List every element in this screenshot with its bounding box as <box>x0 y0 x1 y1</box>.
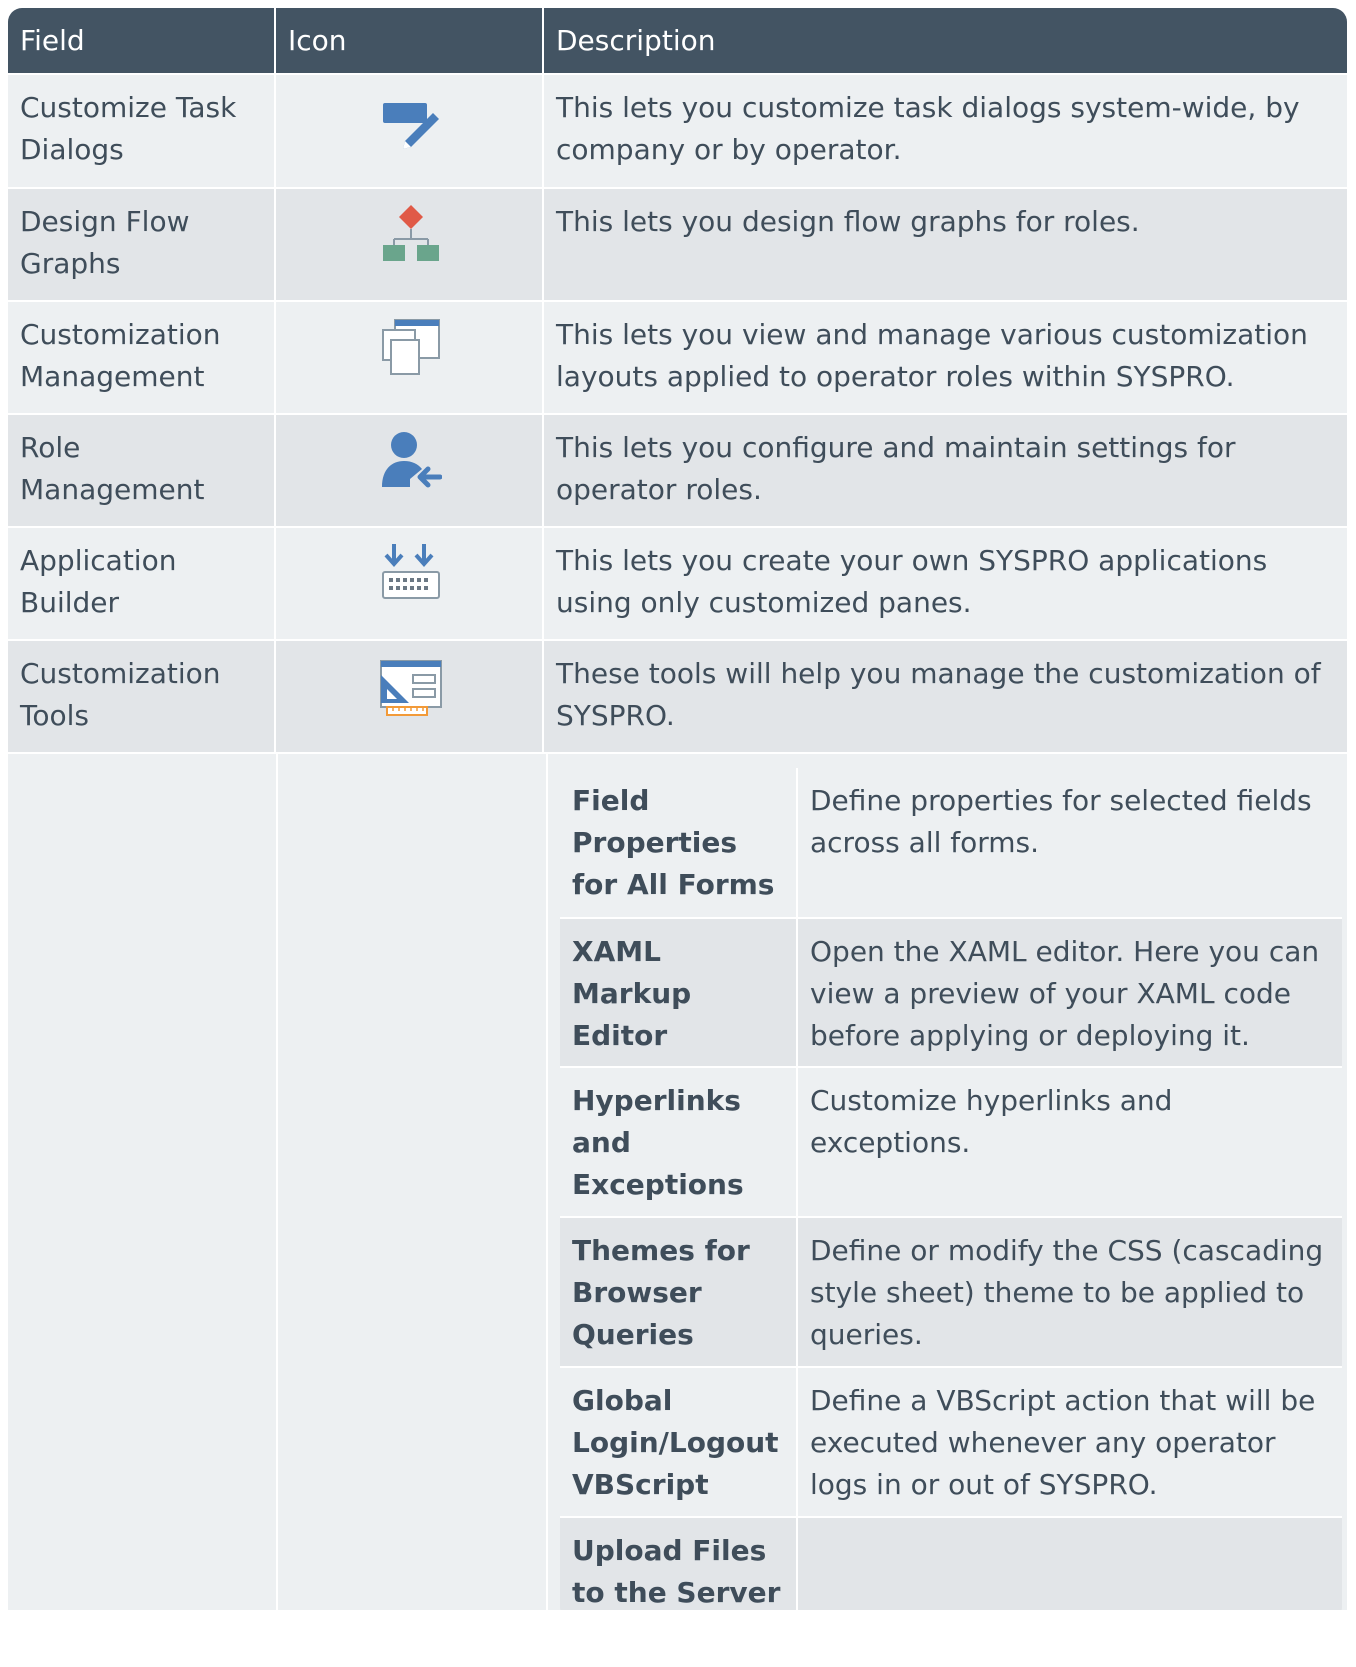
header-icon: Icon <box>276 8 544 73</box>
application-builder-icon <box>381 542 441 602</box>
empty-field-cell <box>8 754 278 1610</box>
table-row: Role Management This lets you configure … <box>8 413 1347 526</box>
tool-row: XAML Markup Editor Open the XAML editor.… <box>560 917 1342 1066</box>
tool-row: Themes for Browser Queries Define or mod… <box>560 1216 1342 1366</box>
tool-description: Open the XAML editor. Here you can view … <box>810 935 1320 1052</box>
table-header: Field Icon Description <box>8 8 1347 73</box>
field-description: This lets you create your own SYSPRO app… <box>556 544 1268 619</box>
tool-description: Customize hyperlinks and exceptions. <box>810 1084 1173 1159</box>
flow-graph-icon <box>381 203 441 263</box>
tool-row: Upload Files to the Server <box>560 1516 1342 1610</box>
field-name: Design Flow Graphs <box>8 189 276 300</box>
customization-tools-table: Field Properties for All Forms Define pr… <box>560 768 1342 1610</box>
tool-name: Field Properties for All Forms <box>560 768 798 917</box>
customization-tools-icon <box>379 659 443 719</box>
field-name: Application Builder <box>8 528 276 639</box>
fields-table: Field Icon Description Customize Task Di… <box>8 8 1347 1610</box>
field-description: This lets you view and manage various cu… <box>556 318 1308 393</box>
customize-task-dialogs-icon <box>381 99 441 151</box>
table-row: Field Properties for All Forms Define pr… <box>8 752 1347 1610</box>
tool-description <box>798 1518 1342 1610</box>
tool-description: Define properties for selected fields ac… <box>810 784 1312 859</box>
tool-description: Define a VBScript action that will be ex… <box>810 1384 1316 1501</box>
table-row: Customization Tools These tools will hel… <box>8 639 1347 752</box>
customization-management-icon <box>381 318 441 376</box>
tool-row: Hyperlinks and Exceptions Customize hype… <box>560 1066 1342 1216</box>
tool-name: Hyperlinks and Exceptions <box>560 1068 798 1216</box>
field-name: Customization Tools <box>8 641 276 752</box>
header-description: Description <box>556 24 716 57</box>
empty-icon-cell <box>278 754 548 1610</box>
role-management-icon <box>380 429 442 491</box>
table-row: Design Flow Graphs This lets you design … <box>8 187 1347 300</box>
tool-name: Themes for Browser Queries <box>560 1218 798 1366</box>
field-description: This lets you configure and maintain set… <box>556 431 1236 506</box>
tool-name: XAML Markup Editor <box>560 919 798 1066</box>
tool-row: Field Properties for All Forms Define pr… <box>560 768 1342 917</box>
field-name: Customize Task Dialogs <box>8 75 276 187</box>
table-row: Customize Task Dialogs This lets you cus… <box>8 73 1347 187</box>
header-field: Field <box>8 8 276 73</box>
field-description: This lets you design flow graphs for rol… <box>556 205 1140 238</box>
table-row: Customization Management This lets you v… <box>8 300 1347 413</box>
tool-name: Global Login/Logout VBScript <box>560 1368 798 1516</box>
table-row: Application Builder This lets you create… <box>8 526 1347 639</box>
tool-row: Global Login/Logout VBScript Define a VB… <box>560 1366 1342 1516</box>
field-name: Customization Management <box>8 302 276 413</box>
tool-name: Upload Files to the Server <box>560 1518 798 1610</box>
field-description: These tools will help you manage the cus… <box>556 657 1321 732</box>
field-name: Role Management <box>8 415 276 526</box>
field-description: This lets you customize task dialogs sys… <box>556 91 1300 166</box>
tool-description: Define or modify the CSS (cascading styl… <box>810 1234 1324 1351</box>
